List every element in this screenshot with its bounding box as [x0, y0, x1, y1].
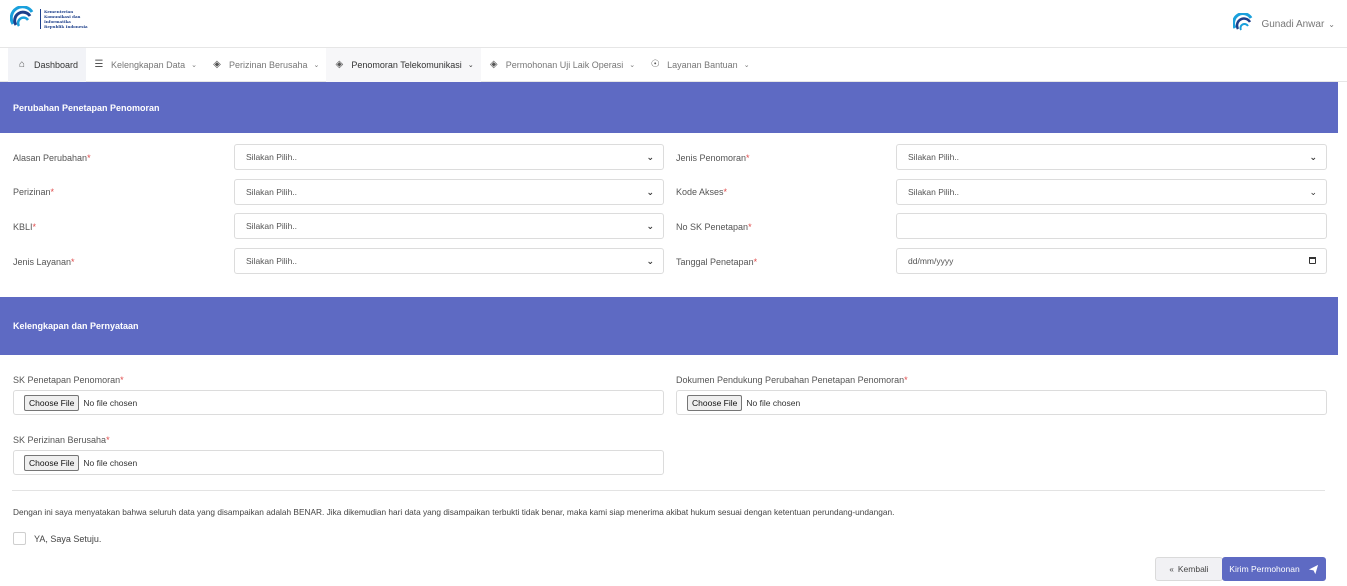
choose-file-button[interactable]: Choose File [24, 394, 80, 411]
main-nav: ⌂ Dashboard ☰ Kelengkapan Data ⌄ ◈ Periz… [0, 47, 1347, 82]
jenis-penomoran-select[interactable]: Silakan Pilih.. ⌄ [896, 144, 1327, 170]
nav-dashboard[interactable]: ⌂ Dashboard [8, 47, 87, 82]
layers-icon: ◈ [335, 59, 344, 70]
section-header-perubahan: Perubahan Penetapan Penomoran [0, 82, 1338, 133]
chevron-down-icon: ⌄ [646, 187, 654, 197]
choose-file-button[interactable]: Choose File [687, 394, 743, 411]
sk-perizinan-label: SK Perizinan Berusaha* [13, 435, 110, 445]
back-button[interactable]: « Kembali [1155, 557, 1223, 581]
perizinan-label: Perizinan* [13, 187, 55, 197]
logo-text: Kementerian Komunikasi dan Informatika R… [40, 9, 88, 29]
chevron-down-icon: ⌄ [191, 61, 197, 69]
kode-akses-label: Kode Akses* [676, 187, 728, 197]
send-icon [1308, 564, 1318, 574]
sk-perizinan-file-input[interactable]: Choose File No file chosen [13, 450, 664, 475]
nav-perizinan-berusaha[interactable]: ◈ Perizinan Berusaha ⌄ [204, 48, 326, 82]
support-icon: ☉ [650, 59, 660, 70]
tanggal-penetapan-label: Tanggal Penetapan* [676, 257, 758, 267]
agree-checkbox[interactable] [13, 532, 26, 545]
kominfo-logo[interactable]: Kementerian Komunikasi dan Informatika R… [10, 6, 88, 32]
dokumen-pendukung-label: Dokumen Pendukung Perubahan Penetapan Pe… [676, 375, 908, 385]
nav-kelengkapan-data[interactable]: ☰ Kelengkapan Data ⌄ [86, 48, 204, 82]
kode-akses-select[interactable]: Silakan Pilih.. ⌄ [896, 179, 1327, 205]
alasan-perubahan-label: Alasan Perubahan* [13, 153, 91, 163]
home-icon: ⌂ [18, 59, 26, 70]
user-menu[interactable]: Gunadi Anwar ⌄ [1233, 13, 1335, 35]
no-sk-penetapan-label: No SK Penetapan* [676, 222, 752, 232]
calendar-icon[interactable] [1309, 257, 1316, 264]
statement-text: Dengan ini saya menyatakan bahwa seluruh… [13, 507, 895, 517]
avatar [1233, 13, 1253, 31]
chevron-down-icon: ⌄ [629, 61, 636, 69]
tanggal-penetapan-input[interactable]: dd/mm/yyyy [896, 248, 1327, 274]
jenis-layanan-select[interactable]: Silakan Pilih.. ⌄ [234, 248, 664, 274]
double-chevron-left-icon: « [1169, 564, 1174, 574]
list-icon: ☰ [94, 59, 104, 70]
sk-penetapan-file-input[interactable]: Choose File No file chosen [13, 390, 664, 415]
divider [12, 490, 1325, 491]
kbli-select[interactable]: Silakan Pilih.. ⌄ [234, 213, 664, 239]
chevron-down-icon: ⌄ [467, 61, 474, 69]
chevron-down-icon: ⌄ [646, 256, 654, 266]
chevron-down-icon: ⌄ [646, 152, 654, 162]
chevron-down-icon: ⌄ [743, 61, 750, 69]
kbli-label: KBLI* [13, 222, 37, 232]
dokumen-pendukung-file-input[interactable]: Choose File No file chosen [676, 390, 1327, 415]
perizinan-select[interactable]: Silakan Pilih.. ⌄ [234, 179, 664, 205]
logo-icon [10, 6, 34, 27]
submit-button[interactable]: Kirim Permohonan [1222, 557, 1326, 581]
no-sk-penetapan-input[interactable] [896, 213, 1327, 239]
top-bar: Kementerian Komunikasi dan Informatika R… [0, 0, 1347, 48]
section-header-kelengkapan: Kelengkapan dan Pernyataan [0, 297, 1338, 355]
alasan-perubahan-select[interactable]: Silakan Pilih.. ⌄ [234, 144, 664, 170]
chevron-down-icon: ⌄ [313, 61, 320, 69]
chevron-down-icon: ⌄ [1328, 19, 1335, 29]
sk-penetapan-label: SK Penetapan Penomoran* [13, 375, 124, 385]
agree-label[interactable]: YA, Saya Setuju. [34, 534, 101, 544]
chevron-down-icon: ⌄ [646, 221, 654, 231]
layers-icon: ◈ [489, 59, 498, 70]
user-name: Gunadi Anwar [1261, 18, 1325, 30]
nav-layanan-bantuan[interactable]: ☉ Layanan Bantuan ⌄ [642, 48, 756, 82]
chevron-down-icon: ⌄ [1309, 187, 1317, 197]
layers-icon: ◈ [213, 59, 221, 70]
nav-penomoran-telekomunikasi[interactable]: ◈ Penomoran Telekomunikasi ⌄ [326, 47, 481, 82]
jenis-layanan-label: Jenis Layanan* [13, 257, 75, 267]
jenis-penomoran-label: Jenis Penomoran* [676, 153, 750, 163]
chevron-down-icon: ⌄ [1309, 152, 1317, 162]
nav-permohonan-uji-laik-operasi[interactable]: ◈ Permohonan Uji Laik Operasi ⌄ [481, 48, 642, 82]
choose-file-button[interactable]: Choose File [24, 454, 80, 471]
